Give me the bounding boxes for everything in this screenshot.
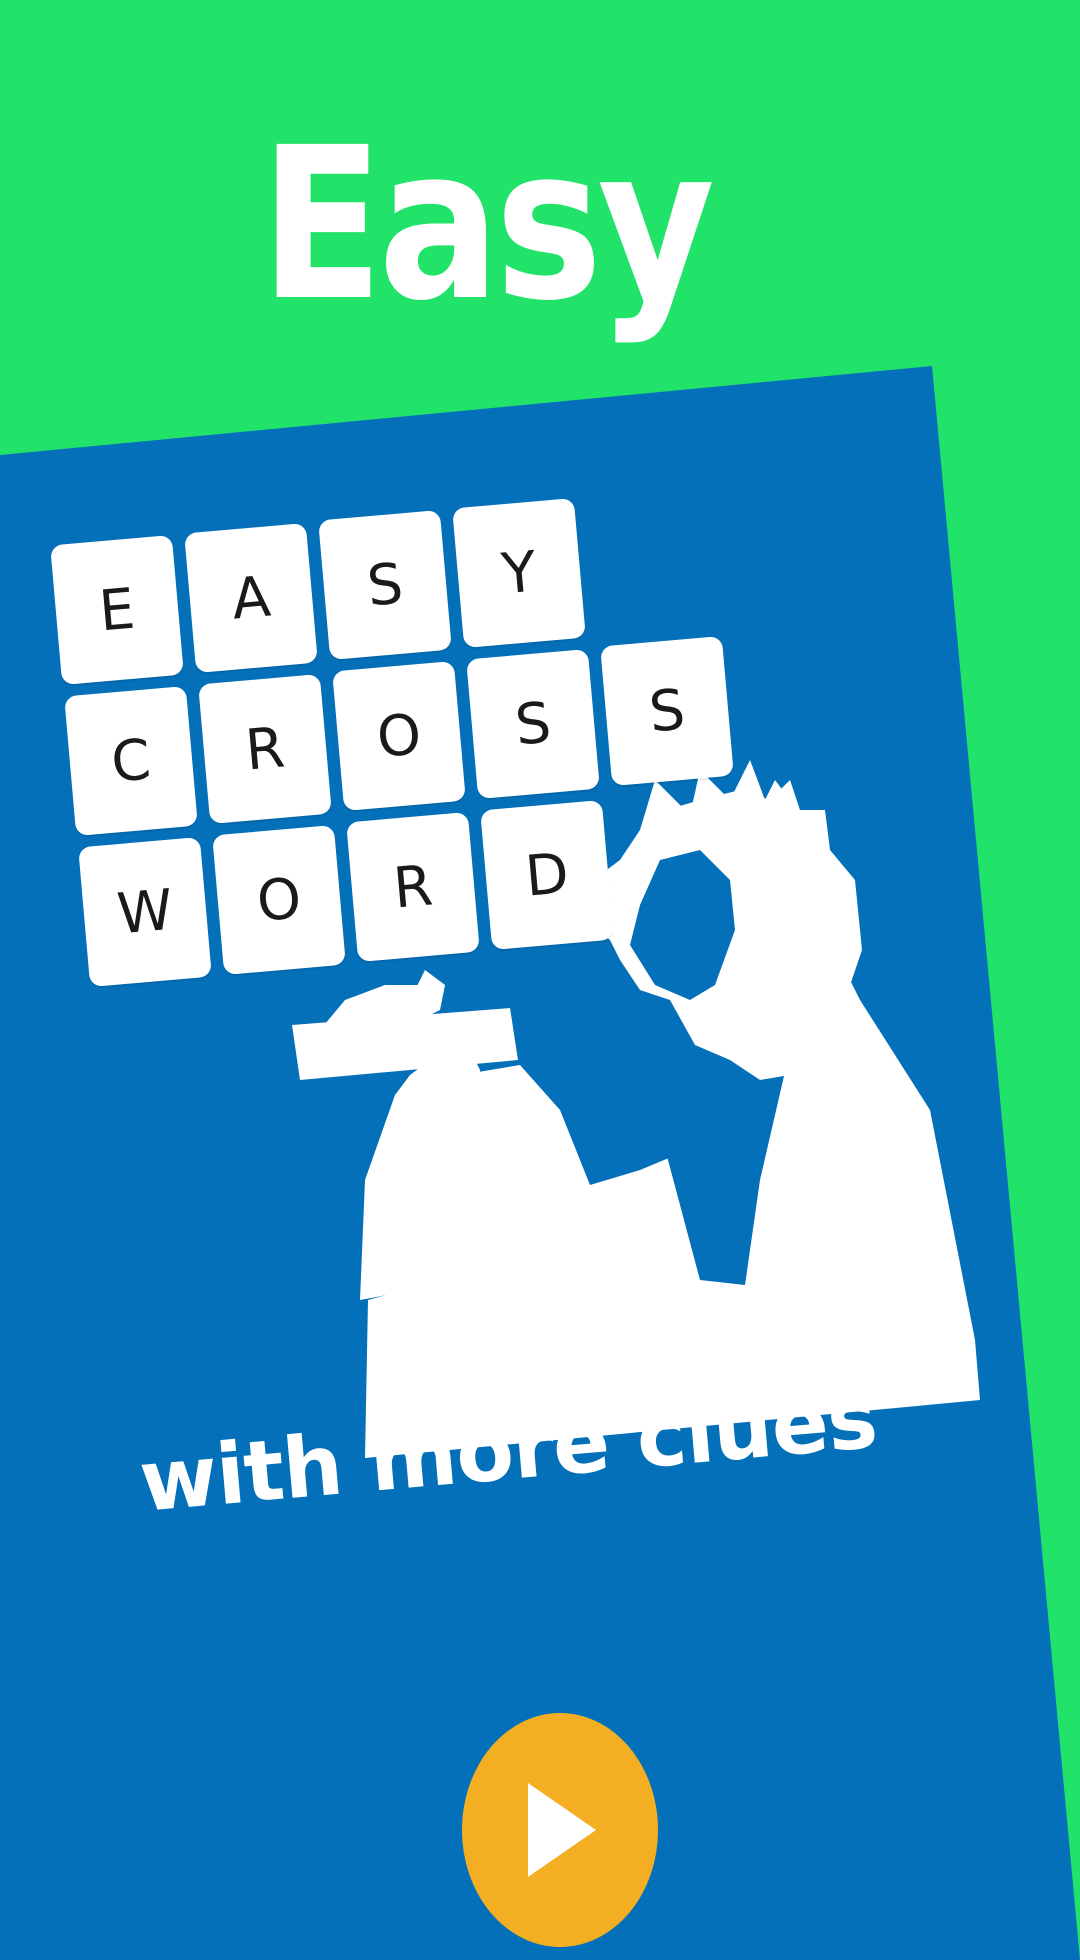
play-button[interactable] — [462, 1713, 658, 1947]
background: Easy E A S Y C R O S S W O R D with more… — [0, 0, 1080, 1960]
play-icon — [528, 1783, 596, 1877]
screen-title: Easy — [260, 102, 715, 347]
